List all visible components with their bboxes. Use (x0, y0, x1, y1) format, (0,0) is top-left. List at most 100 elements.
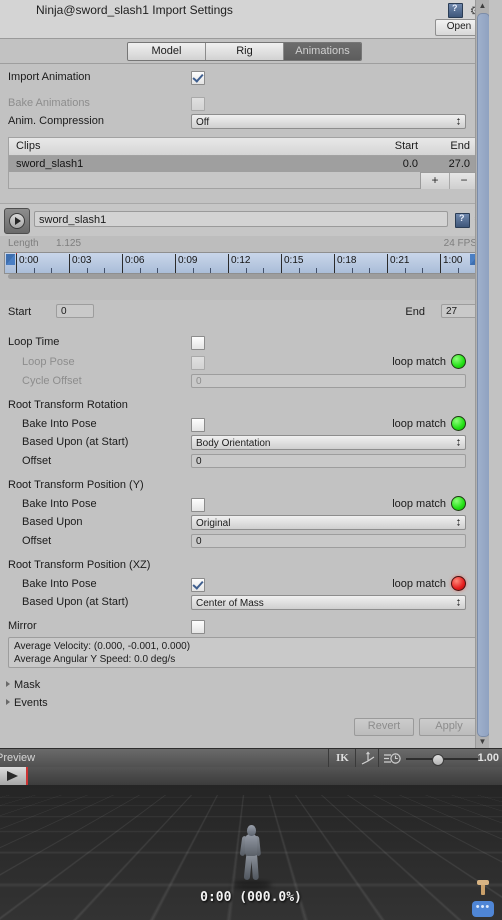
mirror-label: Mirror (8, 620, 37, 632)
root-rotation-section-label: Root Transform Rotation (8, 399, 128, 411)
mirror-row: Mirror (0, 617, 476, 636)
root-rotation-bake-checkbox[interactable] (191, 418, 205, 432)
chevron-updown-icon (456, 597, 461, 610)
caret-down-icon[interactable]: ▼ (476, 736, 489, 748)
preview-playback-bar[interactable] (0, 767, 502, 785)
foldout-mask[interactable]: Mask (6, 679, 40, 691)
timeline-tick-minor (139, 268, 141, 273)
mirror-checkbox[interactable] (191, 620, 205, 634)
cycle-offset-row: Cycle Offset 0 (0, 372, 476, 391)
preview-title: Preview (0, 752, 36, 764)
anim-compression-row: Anim. Compression Off (0, 112, 476, 131)
root-position-xz-basedupon-value: Center of Mass (196, 598, 264, 609)
root-position-xz-section: Root Transform Position (XZ) (0, 556, 476, 575)
character-model (239, 825, 263, 883)
bake-animations-label: Bake Animations (8, 97, 90, 109)
bake-animations-row: Bake Animations (0, 94, 476, 113)
root-rotation-offset-input[interactable]: 0 (191, 454, 466, 468)
loop-match-led-green-icon (451, 354, 466, 369)
caret-up-icon[interactable]: ▲ (476, 0, 489, 12)
timeline-tick-major (334, 254, 335, 273)
tab-animations[interactable]: Animations (284, 42, 361, 60)
avatar-pivot-icon[interactable] (476, 880, 490, 898)
timeline-tick-label: 0:12 (231, 255, 251, 266)
foldout-events[interactable]: Events (6, 697, 48, 709)
root-position-y-basedupon-value: Original (196, 518, 231, 529)
loop-pose-row: Loop Pose loop match (0, 353, 476, 372)
start-end-row: Start 0 End 27 (0, 303, 489, 323)
chevron-right-icon (6, 699, 10, 705)
preview-time-readout: 0:00 (000.0%) (200, 890, 302, 905)
root-position-y-basedupon-dropdown[interactable]: Original (191, 515, 466, 530)
anim-compression-dropdown[interactable]: Off (191, 114, 466, 129)
timeline-tick-minor (86, 268, 88, 273)
timeline-tick-minor (422, 268, 424, 273)
root-position-xz-bake-checkbox[interactable] (191, 578, 205, 592)
preview-viewport[interactable]: 0:00 (000.0%) ••• (0, 767, 502, 920)
timeline-tick-label: 0:00 (19, 255, 39, 266)
root-position-y-match: loop match (392, 496, 466, 511)
clip-help-book-icon[interactable] (455, 213, 470, 228)
stats-average-velocity: Average Velocity: (0.000, -0.001, 0.000) (14, 641, 191, 652)
timeline-start-handle[interactable] (6, 254, 15, 265)
tab-rig[interactable]: Rig (206, 42, 284, 60)
preview-stage[interactable]: 0:00 (000.0%) ••• (0, 785, 502, 920)
root-rotation-offset-row: Offset 0 (0, 452, 476, 471)
fps-label: 24 FPS (443, 238, 477, 249)
play-triangle-icon (7, 771, 18, 781)
ik-toggle-button[interactable]: IK (336, 752, 349, 764)
table-row[interactable]: sword_slash1 0.0 27.0 (9, 156, 478, 172)
preview-play-button[interactable] (0, 767, 28, 785)
speed-slider-knob[interactable] (432, 754, 444, 766)
chevron-right-icon (6, 681, 10, 687)
anim-compression-label: Anim. Compression (8, 115, 104, 127)
apply-button[interactable]: Apply (419, 718, 479, 736)
end-label: End (405, 306, 425, 318)
import-animation-checkbox[interactable] (191, 71, 205, 85)
clip-name-bar: sword_slash1 (0, 203, 489, 237)
loop-pose-checkbox (191, 356, 205, 370)
timeline-tick-minor (351, 268, 353, 273)
timeline-tick-minor (210, 268, 212, 273)
timeline-tick-major (440, 254, 441, 273)
chevron-updown-icon (456, 437, 461, 450)
remove-clip-button[interactable]: − (450, 173, 478, 189)
stats-average-angular-speed: Average Angular Y Speed: 0.0 deg/s (14, 654, 176, 665)
tab-model[interactable]: Model (128, 42, 206, 60)
loop-match-led-red-icon (451, 576, 466, 591)
root-position-y-offset-input[interactable]: 0 (191, 534, 466, 548)
timeline-tick-major (281, 254, 282, 273)
timeline-tick-minor (316, 268, 318, 273)
inspector-header: Ninja@sword_slash1 Import Settings Open (0, 0, 489, 39)
pivot-axis-icon[interactable] (360, 751, 376, 766)
root-position-xz-bake-row: Bake Into Pose loop match (0, 575, 476, 594)
timeline-scrollbar[interactable] (8, 274, 477, 279)
timeline-ruler[interactable]: 0:00 0:03 0:06 0:09 0:12 0:15 0:18 0:21 1:00 (4, 252, 481, 274)
inspector-panel: Ninja@sword_slash1 Import Settings Open … (0, 0, 489, 748)
root-position-y-bake-checkbox[interactable] (191, 498, 205, 512)
scrollbar-thumb[interactable] (477, 13, 489, 737)
loop-time-checkbox[interactable] (191, 336, 205, 350)
more-options-icon[interactable]: ••• (472, 901, 494, 917)
clips-footer: + − (9, 172, 478, 189)
root-rotation-basedupon-dropdown[interactable]: Body Orientation (191, 435, 466, 450)
character-leg-right (251, 853, 259, 881)
action-button-row: Revert Apply (354, 718, 479, 736)
root-position-xz-basedupon-dropdown[interactable]: Center of Mass (191, 595, 466, 610)
page-title: Ninja@sword_slash1 Import Settings (36, 3, 233, 17)
start-input[interactable]: 0 (56, 304, 94, 318)
root-rotation-bake-label: Bake Into Pose (22, 418, 97, 430)
inspector-scrollbar[interactable]: ▲ ▼ (475, 0, 489, 748)
revert-button[interactable]: Revert (354, 718, 414, 736)
clip-preview-play-button[interactable] (4, 208, 30, 234)
help-book-icon[interactable] (448, 3, 463, 18)
timeline-tick-minor (157, 268, 159, 273)
end-input[interactable]: 27 (441, 304, 479, 318)
tab-bar: Model Rig Animations (0, 39, 489, 64)
clip-name-input[interactable]: sword_slash1 (34, 211, 448, 227)
root-rotation-offset-label: Offset (22, 455, 52, 467)
playback-speed-icon[interactable] (383, 752, 401, 767)
add-clip-button[interactable]: + (421, 173, 450, 189)
timeline-tick-label: 1:00 (443, 255, 463, 266)
clip-row-end: 27.0 (448, 158, 470, 170)
